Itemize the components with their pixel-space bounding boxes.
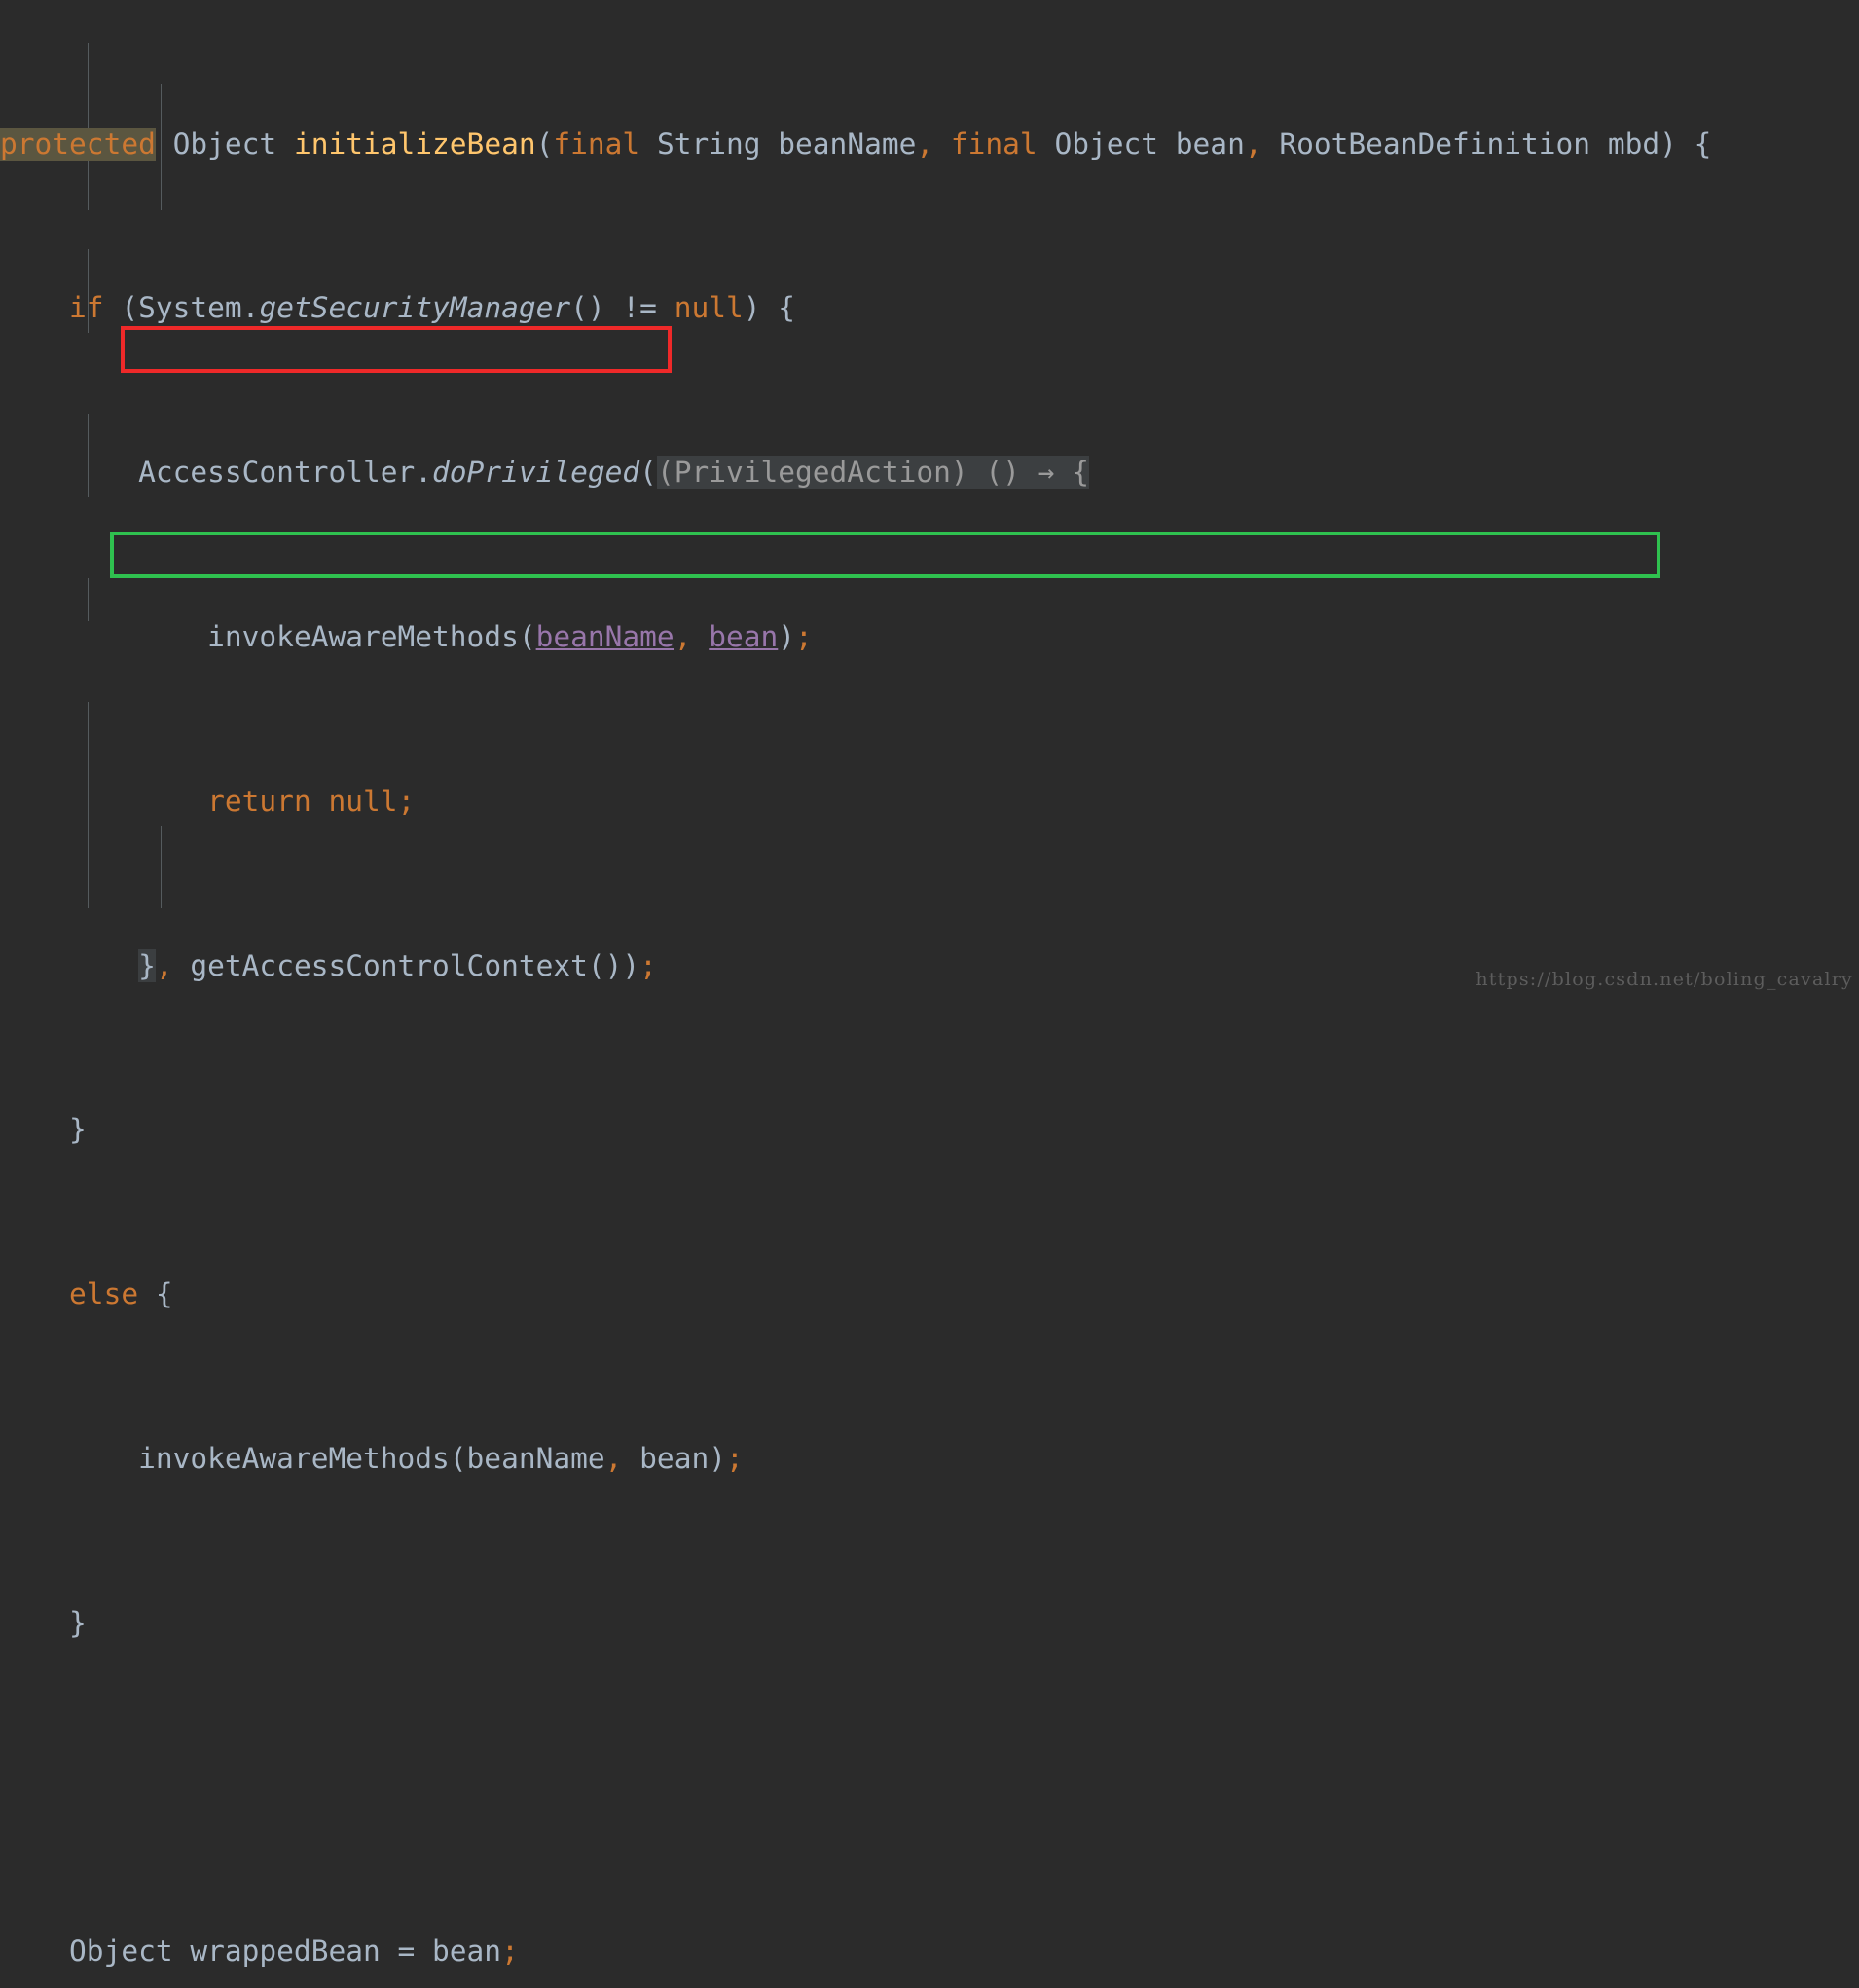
token-paren: ( [639, 456, 657, 490]
token-method-name: initializeBean [293, 127, 536, 161]
token-paren-close: ) [778, 620, 796, 653]
token-arg-bean: bean) [622, 1441, 726, 1475]
token-semicolon: ; [725, 1441, 744, 1475]
token-semicolon: ; [795, 620, 813, 653]
token-call-invokeawaremethods-highlighted: invokeAwareMethods(beanName [138, 1441, 605, 1475]
token-method-getsecuritymanager: getSecurityManager [259, 291, 571, 325]
token-folded-lambda-hint[interactable]: (PrivilegedAction) () → { [656, 456, 1089, 490]
token-call-getaccesscontrolcontext: getAccessControlContext()) [172, 948, 640, 982]
token-matching-brace: } [138, 948, 156, 982]
token-brace-close: } [69, 1113, 87, 1147]
token-semicolon: ; [501, 1934, 519, 1969]
token-semicolon: ; [397, 784, 416, 818]
token-paren-open: ( [535, 127, 554, 161]
watermark-url: https://blog.csdn.net/boling_cavalry [1476, 969, 1853, 990]
token-semicolon: ; [639, 948, 657, 982]
code-line: if (System.getSecurityManager() != null)… [0, 287, 1859, 328]
token-arg-bean: bean [709, 620, 779, 653]
token-call-invokeawaremethods: invokeAwareMethods [207, 620, 519, 653]
code-line: return null; [0, 781, 1859, 822]
token-keyword-if: if [69, 291, 104, 325]
code-line: } [0, 1602, 1859, 1643]
token-expr2: () != [570, 291, 674, 325]
token-keyword-else: else [69, 1277, 139, 1311]
token-paren-brace: ) { [1659, 127, 1712, 161]
token-decl-wrappedbean: Object wrappedBean = bean [69, 1934, 502, 1969]
token-method-doprivileged: doPrivileged [432, 456, 640, 490]
token-arg-beanname: beanName [535, 620, 674, 653]
token-comma: , [155, 948, 173, 982]
code-line: invokeAwareMethods(beanName, bean); [0, 1438, 1859, 1479]
token-accesscontroller: AccessController. [138, 456, 433, 490]
token-brace-close: } [69, 1605, 87, 1639]
code-line: } [0, 1109, 1859, 1150]
token-keyword-return: return [207, 784, 329, 818]
token-keyword-null: null [328, 784, 398, 818]
code-line: Object wrappedBean = bean; [0, 1931, 1859, 1971]
token-comma: , [916, 127, 934, 161]
token-keyword-null: null [674, 291, 744, 325]
code-editor-pane[interactable]: protected Object initializeBean(final St… [0, 0, 1859, 1968]
token-expr3: ) { [743, 291, 796, 325]
token-expr: (System. [103, 291, 260, 325]
token-keyword-protected: protected [0, 127, 156, 161]
token-paren-open: ( [518, 620, 536, 653]
token-param-rootbeandefinition: RootBeanDefinition mbd [1261, 127, 1660, 161]
token-comma: , [674, 620, 710, 653]
code-line: protected Object initializeBean(final St… [0, 124, 1859, 165]
code-line: invokeAwareMethods(beanName, bean); [0, 616, 1859, 657]
token-object: Object [155, 127, 294, 161]
token-param-string: String beanName [639, 127, 917, 161]
token-comma: , [604, 1441, 623, 1475]
code-content: protected Object initializeBean(final St… [0, 0, 1859, 1988]
code-line: else { [0, 1273, 1859, 1314]
token-keyword-final2: final [933, 127, 1038, 161]
code-line: AccessController.doPrivileged((Privilege… [0, 452, 1859, 493]
token-brace-open: { [138, 1277, 173, 1311]
token-comma2: , [1244, 127, 1262, 161]
token-keyword-final: final [553, 127, 640, 161]
token-param-object: Object bean [1037, 127, 1245, 161]
